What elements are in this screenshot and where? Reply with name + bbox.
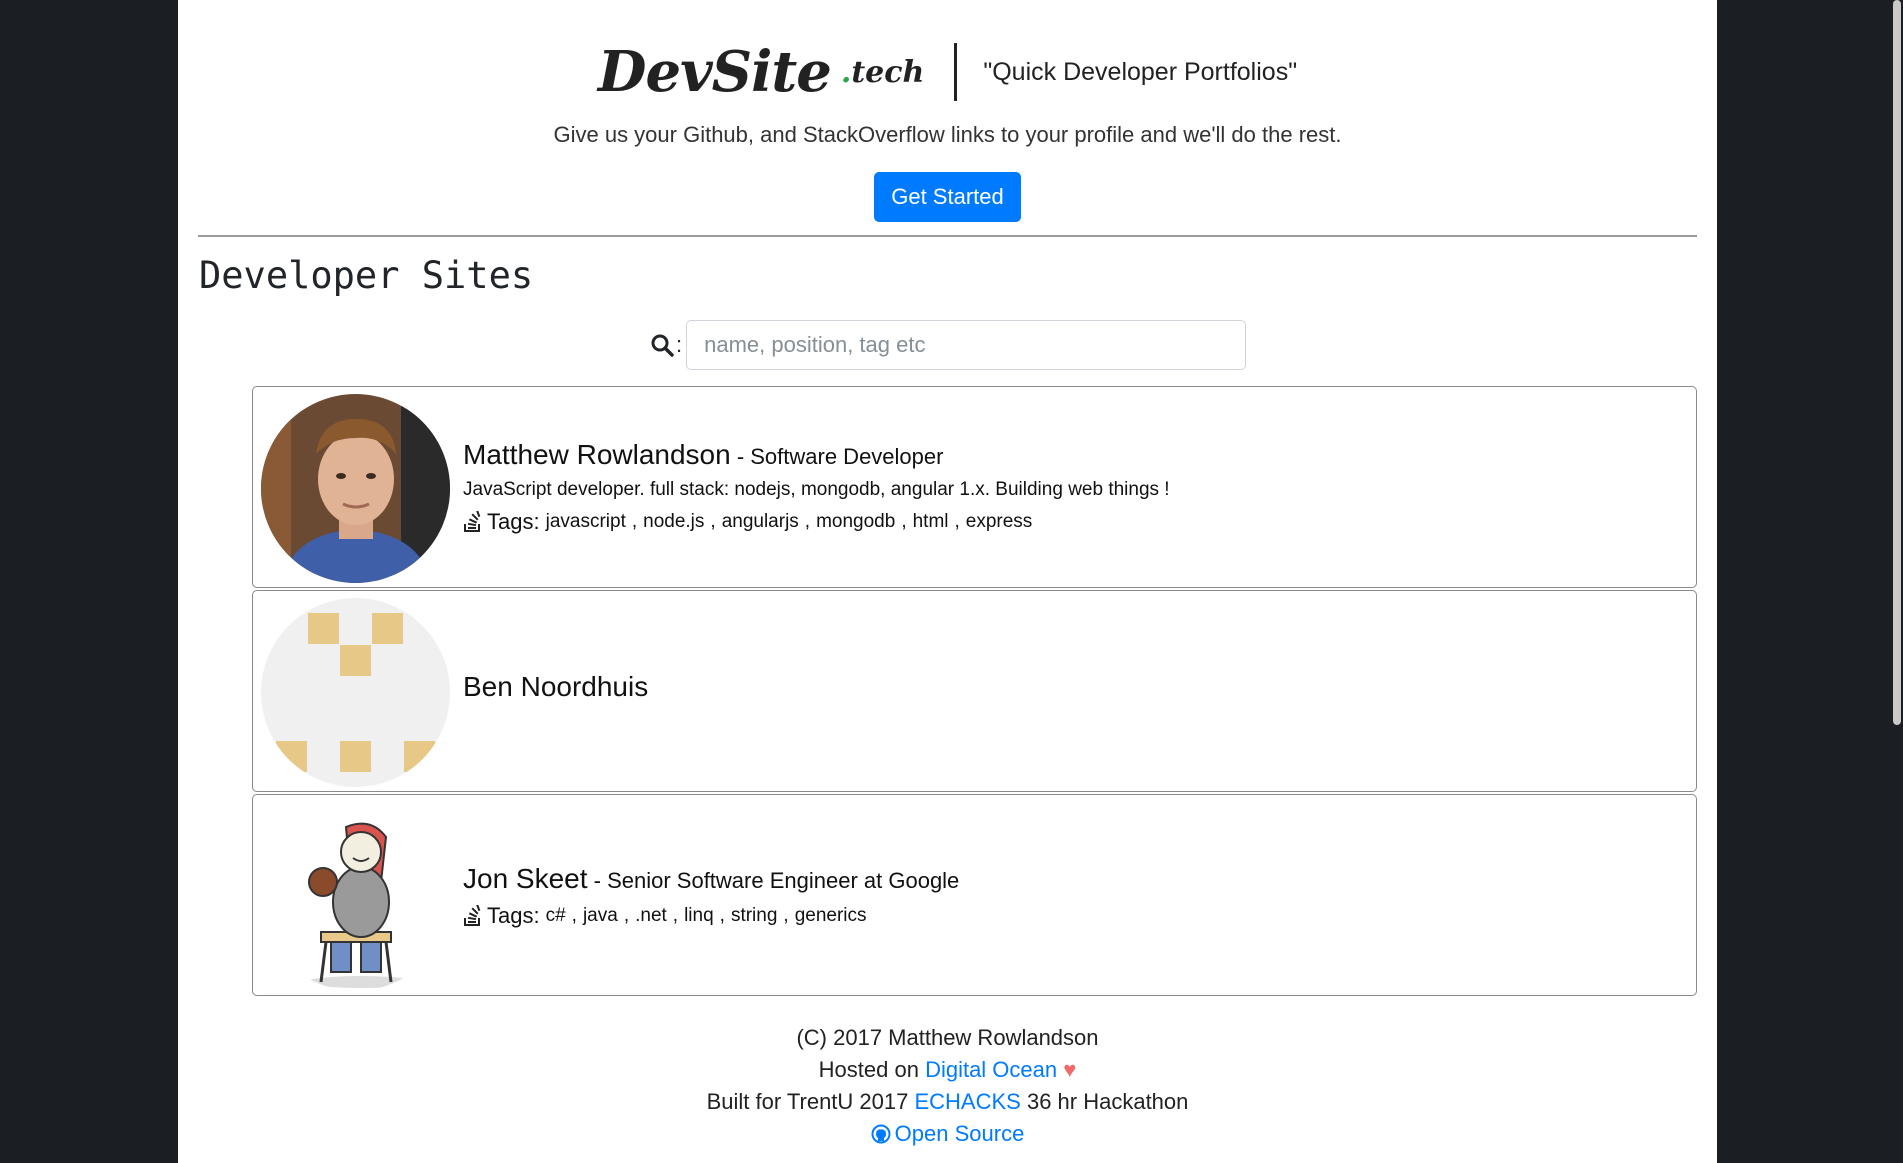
- avatar-identicon: [261, 598, 450, 787]
- tag[interactable]: linq: [684, 905, 714, 927]
- tagline: "Quick Developer Portfolios": [983, 57, 1298, 86]
- tag[interactable]: javascript: [546, 511, 626, 533]
- search-row: :: [650, 320, 1247, 370]
- developer-info: Ben Noordhuis: [463, 671, 648, 703]
- brand-divider: [954, 43, 958, 101]
- open-source-link[interactable]: Open Source: [871, 1121, 1025, 1146]
- built-suffix: 36 hr Hackathon: [1020, 1089, 1189, 1114]
- logo-tld-word: tech: [851, 54, 925, 90]
- tag[interactable]: c#: [546, 905, 566, 927]
- stackoverflow-icon: [464, 511, 481, 532]
- developer-role: - Software Developer: [730, 444, 944, 469]
- divider: [198, 235, 1697, 237]
- tag-separator: ,: [804, 511, 811, 532]
- footer: (C) 2017 Matthew Rowlandson Hosted on Di…: [178, 1022, 1717, 1150]
- open-source-label: Open Source: [894, 1121, 1025, 1146]
- built-prefix: Built for TrentU 2017: [706, 1089, 915, 1114]
- search-colon: :: [676, 332, 683, 357]
- subtitle: Give us your Github, and StackOverflow l…: [553, 122, 1342, 147]
- tag-separator: ,: [901, 511, 907, 532]
- developer-info: Matthew Rowlandson - Software Developer …: [463, 439, 1170, 535]
- tag[interactable]: generics: [795, 905, 867, 927]
- section-title: Developer Sites: [199, 254, 534, 297]
- developer-name[interactable]: Matthew Rowlandson: [463, 439, 731, 470]
- header: DevSite .tech "Quick Developer Portfolio…: [178, 34, 1717, 222]
- tag-separator: ,: [710, 511, 716, 532]
- built-line: Built for TrentU 2017 ECHACKS 36 hr Hack…: [178, 1086, 1717, 1118]
- tags-row: Tags: javascript, node.js, angularjs, mo…: [463, 509, 1170, 535]
- logo-tld-dot: .: [840, 54, 852, 90]
- avatar[interactable]: [261, 598, 450, 787]
- tag[interactable]: node.js: [643, 511, 704, 533]
- avatar[interactable]: [261, 802, 450, 991]
- page-container: DevSite .tech "Quick Developer Portfolio…: [178, 0, 1717, 1163]
- search-input[interactable]: [686, 320, 1247, 370]
- tag-separator: ,: [571, 905, 577, 926]
- stackoverflow-icon: [464, 905, 481, 926]
- logo-tld: .tech: [841, 55, 924, 90]
- open-source-line: Open Source: [178, 1118, 1717, 1150]
- heart-icon: ♥: [1063, 1057, 1077, 1082]
- tag[interactable]: .net: [635, 905, 667, 927]
- avatar-cartoon: [261, 802, 450, 991]
- developer-list: Matthew Rowlandson - Software Developer …: [252, 386, 1697, 998]
- scrollbar-thumb[interactable]: [1893, 0, 1901, 725]
- developer-card[interactable]: Matthew Rowlandson - Software Developer …: [252, 386, 1697, 588]
- tag[interactable]: mongodb: [816, 511, 895, 533]
- logo[interactable]: DevSite: [598, 39, 832, 105]
- search-icon: [651, 334, 674, 357]
- tag-separator: ,: [783, 905, 789, 926]
- brand-row: DevSite .tech "Quick Developer Portfolio…: [178, 34, 1717, 110]
- tag-separator: ,: [954, 511, 960, 532]
- tag[interactable]: string: [731, 905, 777, 927]
- get-started-button[interactable]: Get Started: [874, 172, 1021, 222]
- developer-name[interactable]: Ben Noordhuis: [463, 671, 648, 702]
- scrollbar-track[interactable]: [1891, 0, 1903, 1163]
- tag[interactable]: html: [913, 511, 949, 533]
- hosted-prefix: Hosted on: [818, 1057, 926, 1082]
- tag-separator: ,: [623, 905, 630, 926]
- tags-label: Tags:: [487, 509, 540, 534]
- developer-card[interactable]: Jon Skeet - Senior Software Engineer at …: [252, 794, 1697, 996]
- echacks-link[interactable]: ECHACKS: [914, 1089, 1020, 1114]
- developer-role: - Senior Software Engineer at Google: [587, 868, 960, 893]
- tag[interactable]: java: [583, 905, 618, 927]
- developer-name[interactable]: Jon Skeet: [463, 863, 588, 894]
- tag-separator: ,: [719, 905, 725, 926]
- avatar-photo: [261, 394, 450, 583]
- tag-separator: ,: [672, 905, 679, 926]
- tags-label: Tags:: [487, 903, 540, 928]
- avatar[interactable]: [261, 394, 450, 583]
- copyright: (C) 2017 Matthew Rowlandson: [796, 1025, 1099, 1050]
- developer-card[interactable]: Ben Noordhuis: [252, 590, 1697, 792]
- digital-ocean-link[interactable]: Digital Ocean: [925, 1057, 1057, 1082]
- tag[interactable]: angularjs: [722, 511, 799, 533]
- tags-row: Tags: c#, java, .net, linq, string, gene…: [463, 903, 959, 929]
- tag-separator: ,: [631, 511, 638, 532]
- developer-info: Jon Skeet - Senior Software Engineer at …: [463, 863, 959, 929]
- developer-bio: JavaScript developer. full stack: nodejs…: [463, 479, 1170, 500]
- hosted-line: Hosted on Digital Ocean ♥: [178, 1054, 1717, 1086]
- tag[interactable]: express: [966, 511, 1033, 533]
- github-icon: [871, 1124, 891, 1144]
